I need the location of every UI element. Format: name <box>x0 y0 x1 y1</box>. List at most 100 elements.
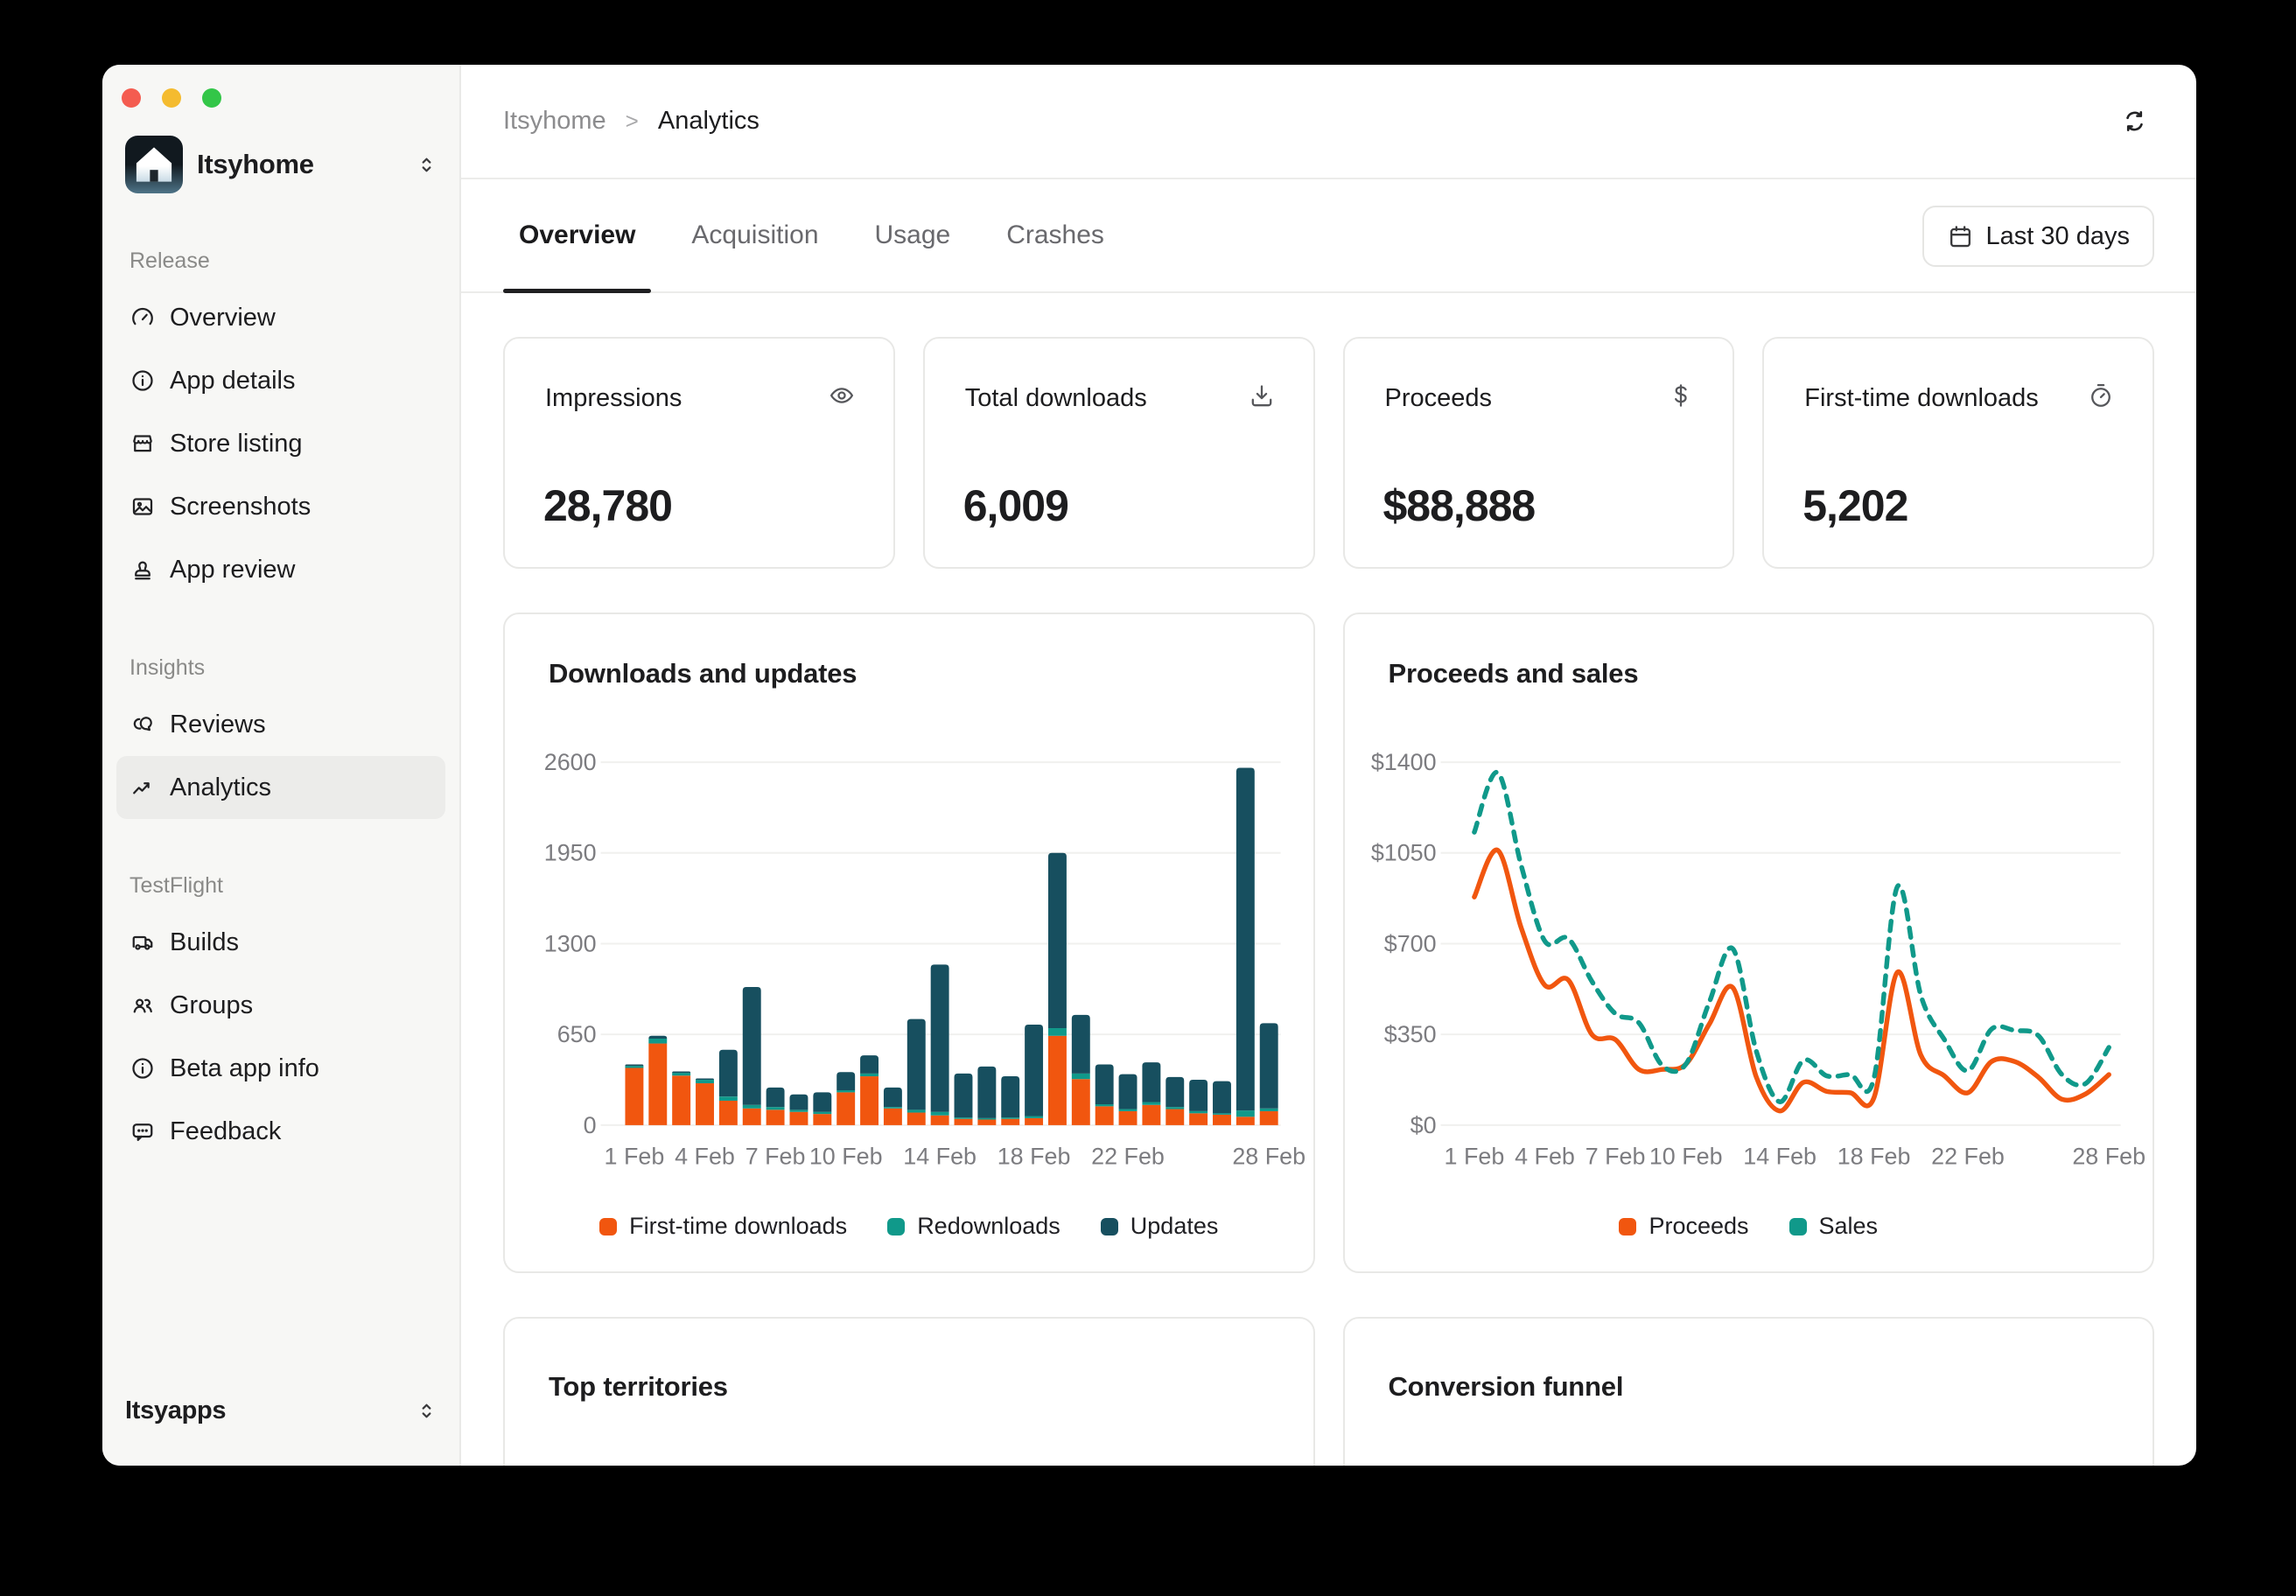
sidebar-item-label: Overview <box>170 304 276 332</box>
legend-swatch <box>1619 1218 1636 1236</box>
legend-label: Redownloads <box>917 1213 1060 1240</box>
feedback-icon <box>130 1118 156 1144</box>
svg-text:22 Feb: 22 Feb <box>1091 1144 1165 1170</box>
bottom-cards-row: Top territories Conversion funnel <box>503 1317 2154 1466</box>
footer-app-name: Itsyapps <box>125 1396 415 1425</box>
tab-usage[interactable]: Usage <box>859 179 967 291</box>
stat-title: Total downloads <box>965 384 1147 413</box>
legend-label: First-time downloads <box>629 1213 847 1240</box>
sidebar-item-feedback[interactable]: Feedback <box>116 1100 445 1163</box>
legend-swatch <box>1789 1218 1807 1236</box>
proceeds-chart-card: Proceeds and sales $0$350$700$1050$14001… <box>1343 612 2155 1273</box>
svg-text:10 Feb: 10 Feb <box>1648 1144 1722 1170</box>
tab-acquisition[interactable]: Acquisition <box>676 179 834 291</box>
stat-card-proceeds: Proceeds $88,888 <box>1343 337 1735 569</box>
section-label-insights: Insights <box>130 655 437 680</box>
sidebar-item-store-listing[interactable]: Store listing <box>116 412 445 475</box>
section-label-testflight: TestFlight <box>130 873 437 898</box>
downloads-chart-card: Downloads and updates 06501300195026001 … <box>503 612 1315 1273</box>
svg-text:650: 650 <box>557 1021 597 1047</box>
sidebar-item-label: Reviews <box>170 710 266 739</box>
window-controls <box>122 88 221 108</box>
legend-item-redownloads: Redownloads <box>887 1213 1060 1240</box>
stat-value: 6,009 <box>963 480 1068 531</box>
sidebar-item-builds[interactable]: Builds <box>116 911 445 974</box>
svg-text:$0: $0 <box>1410 1112 1436 1138</box>
downloads-updates-bar-chart: 06501300195026001 Feb4 Feb7 Feb10 Feb14 … <box>505 614 1313 1271</box>
stat-card-total-downloads: Total downloads 6,009 <box>923 337 1315 569</box>
app-window: Itsyhome Release Overview App detailsStore… <box>102 65 2196 1466</box>
account-switcher[interactable]: Itsyapps <box>125 1384 438 1437</box>
refresh-button[interactable] <box>2115 102 2154 141</box>
stat-title: Proceeds <box>1385 384 1493 413</box>
sidebar-item-reviews[interactable]: Reviews <box>116 693 445 756</box>
refresh-icon <box>2120 107 2149 136</box>
app-switcher[interactable]: Itsyhome <box>125 136 438 193</box>
date-range-button[interactable]: Last 30 days <box>1922 206 2154 267</box>
stat-cards-row: Impressions28,780 Total downloads 6,009 Pro… <box>503 337 2154 569</box>
breadcrumb-app[interactable]: Itsyhome <box>503 107 606 136</box>
chevrons-updown-icon <box>415 1399 438 1423</box>
legend-item-updates: Updates <box>1101 1213 1219 1240</box>
minimize-window-button[interactable] <box>162 88 181 108</box>
legend-swatch <box>599 1218 617 1236</box>
info-icon <box>130 368 156 394</box>
svg-text:28 Feb: 28 Feb <box>1232 1144 1306 1170</box>
sidebar-item-overview[interactable]: Overview <box>116 286 445 349</box>
charts-row: Downloads and updates 06501300195026001 … <box>503 612 2154 1273</box>
line-chart-legend: ProceedsSales <box>1345 1213 2153 1240</box>
breadcrumb-current: Analytics <box>658 107 760 136</box>
proceeds-sales-line-chart: $0$350$700$1050$14001 Feb4 Feb7 Feb10 Fe… <box>1345 614 2153 1271</box>
sidebar-item-app-details[interactable]: App details <box>116 349 445 412</box>
sidebar-item-label: Analytics <box>170 774 271 802</box>
sidebar-item-app-review[interactable]: App review <box>116 538 445 601</box>
tab-overview[interactable]: Overview <box>503 179 651 291</box>
sidebar-item-beta-app-info[interactable]: Beta app info <box>116 1037 445 1100</box>
svg-text:4 Feb: 4 Feb <box>1515 1144 1575 1170</box>
sidebar-app-name: Itsyhome <box>197 149 401 180</box>
svg-text:7 Feb: 7 Feb <box>746 1144 806 1170</box>
analytics-icon <box>130 774 156 801</box>
close-window-button[interactable] <box>122 88 141 108</box>
svg-text:14 Feb: 14 Feb <box>1743 1144 1816 1170</box>
card-title: Conversion funnel <box>1389 1371 1624 1403</box>
zoom-window-button[interactable] <box>202 88 221 108</box>
breadcrumb-separator: > <box>626 108 639 135</box>
sidebar-item-label: App review <box>170 556 295 584</box>
bar-chart-legend: First-time downloads Redownloads Updates <box>505 1213 1313 1240</box>
top-bar: Itsyhome > Analytics <box>461 65 2196 179</box>
svg-text:10 Feb: 10 Feb <box>809 1144 883 1170</box>
conversion-funnel-card: Conversion funnel <box>1343 1317 2155 1466</box>
sidebar-item-label: Screenshots <box>170 493 311 522</box>
sidebar-item-label: Groups <box>170 991 253 1020</box>
info-icon <box>130 1055 156 1082</box>
legend-label: Proceeds <box>1648 1213 1748 1240</box>
gauge-icon <box>130 304 156 331</box>
stat-card-impressions: Impressions28,780 <box>503 337 895 569</box>
sidebar-item-screenshots[interactable]: Screenshots <box>116 475 445 538</box>
chevrons-updown-icon <box>415 1399 438 1423</box>
sidebar-nav: ReleaseOverviewApp detailsStore listingS… <box>125 248 437 1163</box>
card-title: Top territories <box>549 1371 728 1403</box>
eye-icon <box>827 381 857 410</box>
stat-value: 5,202 <box>1802 480 1908 531</box>
svg-text:14 Feb: 14 Feb <box>903 1144 976 1170</box>
legend-swatch <box>887 1218 905 1236</box>
calendar-icon <box>1947 223 1974 250</box>
screenshots-icon <box>130 494 156 520</box>
svg-text:1300: 1300 <box>544 930 597 956</box>
main-content: Itsyhome > Analytics OverviewAcquisition… <box>461 65 2196 1466</box>
sidebar-item-groups[interactable]: Groups <box>116 974 445 1037</box>
section-label-release: Release <box>130 248 437 273</box>
legend-item-first-time-downloads: First-time downloads <box>599 1213 847 1240</box>
svg-text:7 Feb: 7 Feb <box>1585 1144 1645 1170</box>
svg-text:2600: 2600 <box>544 749 597 775</box>
tab-crashes[interactable]: Crashes <box>990 179 1120 291</box>
stamp-icon <box>130 556 156 583</box>
sidebar-item-label: Builds <box>170 928 239 957</box>
svg-text:0: 0 <box>584 1112 597 1138</box>
sidebar-item-label: Feedback <box>170 1117 281 1146</box>
sidebar-item-analytics[interactable]: Analytics <box>116 756 445 819</box>
stat-title: First-time downloads <box>1804 384 2039 413</box>
stat-value: $88,888 <box>1383 480 1536 531</box>
